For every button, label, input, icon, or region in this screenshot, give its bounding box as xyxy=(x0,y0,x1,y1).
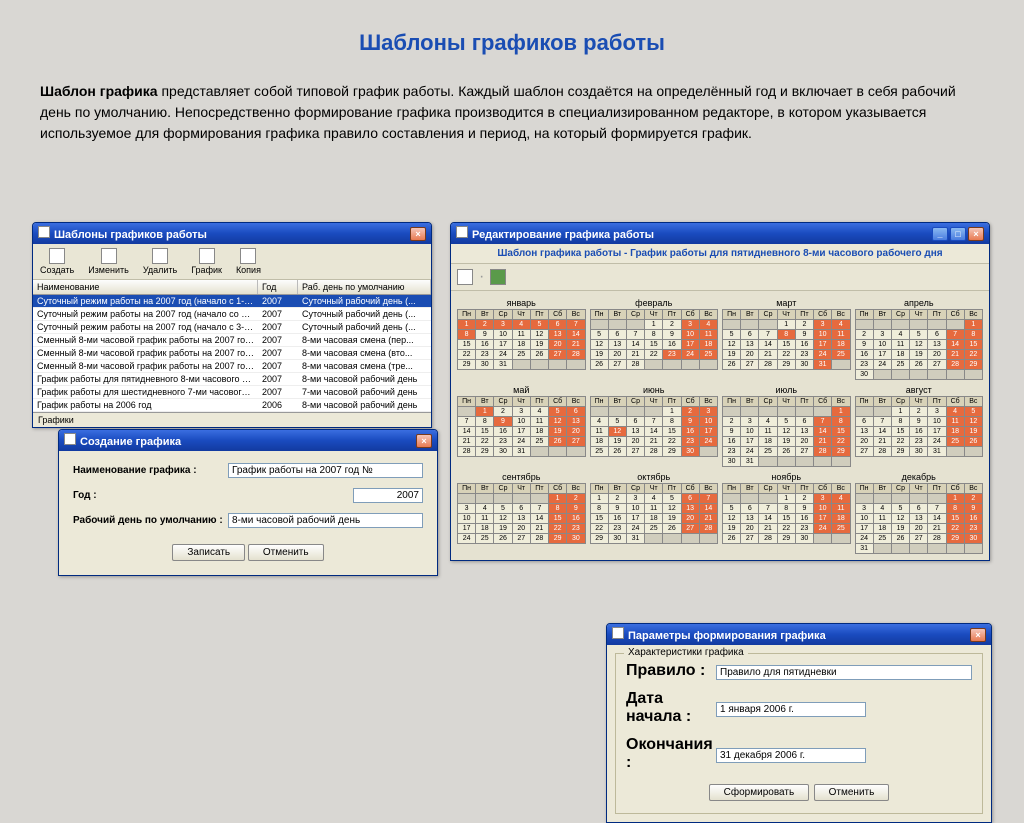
window-icon xyxy=(64,433,76,445)
maximize-icon[interactable]: □ xyxy=(950,227,966,241)
intro-rest: представляет собой типовой график работы… xyxy=(40,83,956,141)
month-2: февральПнВтСрЧтПтСбВс1234567891011121314… xyxy=(590,297,719,380)
month-8: августПнВтСрЧтПтСбВс12345678910111213141… xyxy=(855,384,984,467)
group-legend: Характеристики графика xyxy=(624,647,748,658)
create-schedule-dialog: Создание графика × Наименование графика … xyxy=(58,429,438,576)
params-dialog: Параметры формирования графика × Характе… xyxy=(606,623,992,823)
name-label: Наименование графика : xyxy=(73,465,228,476)
default-day-select[interactable] xyxy=(228,513,423,528)
table-row[interactable]: Суточный режим работы на 2007 год (начал… xyxy=(33,295,431,308)
name-field[interactable] xyxy=(228,463,423,478)
month-9: сентябрьПнВтСрЧтПтСбВс123456789101112131… xyxy=(457,471,586,554)
window-icon xyxy=(612,627,624,639)
create-title: Создание графика xyxy=(80,436,181,448)
toolbar-sep: · xyxy=(479,268,484,286)
window-icon xyxy=(38,226,50,238)
templates-grid[interactable]: НаименованиеГодРаб. день по умолчанию Су… xyxy=(33,280,431,412)
table-row[interactable]: График работы для шестидневного 7-ми час… xyxy=(33,386,431,399)
tool-icon[interactable] xyxy=(490,269,506,285)
toolbar-график[interactable]: График xyxy=(188,247,225,276)
toolbar-удалить[interactable]: Удалить xyxy=(140,247,180,276)
year-label: Год : xyxy=(73,490,228,501)
toolbar: Создать Изменить Удалить График Копия xyxy=(33,244,431,280)
intro-text: Шаблон графика представляет собой типово… xyxy=(40,81,984,144)
end-date-label: Окончания : xyxy=(626,736,716,772)
editor-subtitle: Шаблон графика работы - График работы дл… xyxy=(451,244,989,264)
start-date-field[interactable] xyxy=(716,702,866,717)
toolbar-изменить[interactable]: Изменить xyxy=(85,247,132,276)
cancel-button[interactable]: Отменить xyxy=(248,544,324,561)
intro-bold: Шаблон графика xyxy=(40,83,158,99)
col-header[interactable]: Раб. день по умолчанию xyxy=(298,280,431,294)
save-button[interactable]: Записать xyxy=(172,544,245,561)
close-icon[interactable]: × xyxy=(416,434,432,448)
close-icon[interactable]: × xyxy=(410,227,426,241)
toolbar-копия[interactable]: Копия xyxy=(233,247,264,276)
month-4: апрельПнВтСрЧтПтСбВс12345678910111213141… xyxy=(855,297,984,380)
window-icon xyxy=(456,226,468,238)
table-row[interactable]: Сменный 8-ми часовой график работы на 20… xyxy=(33,334,431,347)
cancel-button[interactable]: Отменить xyxy=(814,784,890,801)
month-6: июньПнВтСрЧтПтСбВс1234567891011121314151… xyxy=(590,384,719,467)
close-icon[interactable]: × xyxy=(968,227,984,241)
table-row[interactable]: Суточный режим работы на 2007 год (начал… xyxy=(33,321,431,334)
page-title: Шаблоны графиков работы xyxy=(30,30,994,56)
end-date-field[interactable] xyxy=(716,748,866,763)
table-row[interactable]: Суточный режим работы на 2007 год (начал… xyxy=(33,308,431,321)
close-icon[interactable]: × xyxy=(970,628,986,642)
editor-title: Редактирование графика работы xyxy=(472,229,654,241)
table-row[interactable]: График работы для пятидневного 8-ми часо… xyxy=(33,373,431,386)
month-11: ноябрьПнВтСрЧтПтСбВс12345678910111213141… xyxy=(722,471,851,554)
year-field[interactable] xyxy=(353,488,423,503)
schedule-editor-window: Редактирование графика работы _ □ × Шабл… xyxy=(450,222,990,561)
col-header[interactable]: Наименование xyxy=(33,280,258,294)
default-day-label: Рабочий день по умолчанию : xyxy=(73,515,228,526)
templates-list-window: Шаблоны графиков работы × Создать Изменит… xyxy=(32,222,432,428)
month-10: октябрьПнВтСрЧтПтСбВс1234567891011121314… xyxy=(590,471,719,554)
params-title: Параметры формирования графика xyxy=(628,630,826,642)
status-bar: Графики xyxy=(33,412,431,427)
minimize-icon[interactable]: _ xyxy=(932,227,948,241)
generate-button[interactable]: Сформировать xyxy=(709,784,810,801)
toolbar-создать[interactable]: Создать xyxy=(37,247,77,276)
calendar-year-view[interactable]: январьПнВтСрЧтПтСбВс12345678910111213141… xyxy=(451,291,989,560)
start-date-label: Дата начала : xyxy=(626,690,716,726)
month-12: декабрьПнВтСрЧтПтСбВс1234567891011121314… xyxy=(855,471,984,554)
month-1: январьПнВтСрЧтПтСбВс12345678910111213141… xyxy=(457,297,586,380)
month-3: мартПнВтСрЧтПтСбВс1234567891011121314151… xyxy=(722,297,851,380)
table-row[interactable]: Сменный 8-ми часовой график работы на 20… xyxy=(33,360,431,373)
month-7: июльПнВтСрЧтПтСбВс1234567891011121314151… xyxy=(722,384,851,467)
col-header[interactable]: Год xyxy=(258,280,298,294)
table-row[interactable]: График работы на 2006 год20068-ми часово… xyxy=(33,399,431,412)
rule-select[interactable] xyxy=(716,665,972,680)
table-row[interactable]: Сменный 8-ми часовой график работы на 20… xyxy=(33,347,431,360)
rule-label: Правило : xyxy=(626,662,716,680)
list-title: Шаблоны графиков работы xyxy=(54,229,207,241)
month-5: майПнВтСрЧтПтСбВс12345678910111213141516… xyxy=(457,384,586,467)
save-icon[interactable] xyxy=(457,269,473,285)
